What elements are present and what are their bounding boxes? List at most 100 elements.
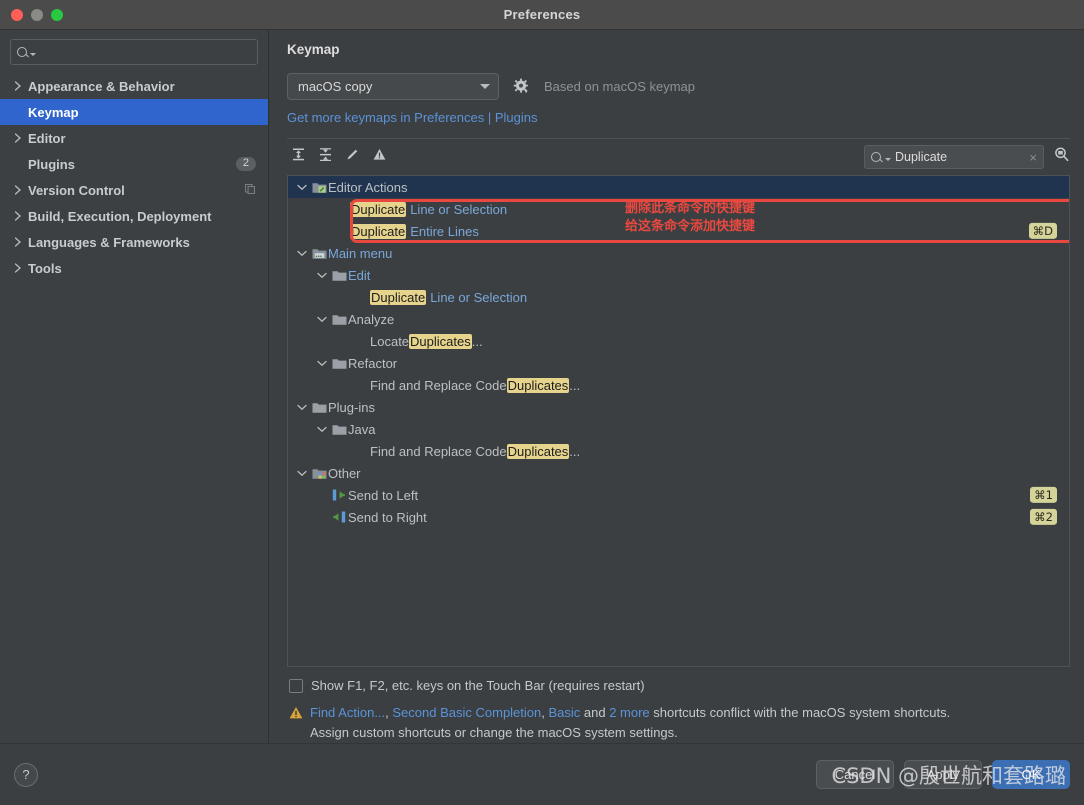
tree-row-other[interactable]: Other <box>288 462 1069 484</box>
tree-row-label: Locate Duplicates ... <box>370 333 483 349</box>
tree-row-locate-duplicates[interactable]: Locate Duplicates ... <box>288 330 1069 352</box>
window-body: Appearance & Behavior Keymap Editor Plug… <box>0 30 1084 743</box>
keymap-panel: Keymap macOS copy Based on macOS keymap … <box>269 30 1084 743</box>
page-title: Keymap <box>287 42 340 57</box>
keymap-search-input[interactable]: Duplicate <box>895 150 1025 164</box>
chevron-down-icon[interactable] <box>314 360 330 367</box>
tree-row-java[interactable]: Java <box>288 418 1069 440</box>
tree-row-match: Duplicate <box>370 289 427 305</box>
sidebar-item-keymap[interactable]: Keymap <box>0 99 268 125</box>
tree-row-main-menu[interactable]: Main menu <box>288 242 1069 264</box>
tree-row-label: Send to Left <box>348 487 419 503</box>
sidebar-item-label: Editor <box>28 130 66 146</box>
ok-button[interactable]: OK <box>992 760 1070 789</box>
cancel-button[interactable]: Cancel <box>816 760 894 789</box>
sidebar-item-plugins[interactable]: Plugins 2 <box>0 151 268 177</box>
tree-row-edit[interactable]: Edit <box>288 264 1069 286</box>
help-button[interactable]: ? <box>14 762 38 787</box>
apply-button[interactable]: Apply <box>904 760 982 789</box>
tree-row-send-to-left[interactable]: Send to Left ⌘1 <box>288 484 1069 506</box>
find-by-shortcut-icon[interactable] <box>1053 146 1070 168</box>
tree-row-duplicate-entire-lines[interactable]: Duplicate Entire Lines ⌘D <box>288 220 1069 242</box>
tree-row-label: Analyze <box>348 311 395 327</box>
collapse-all-icon[interactable] <box>318 147 333 167</box>
keymap-search-field[interactable]: Duplicate × <box>864 145 1044 169</box>
chevron-down-icon <box>30 53 36 56</box>
search-icon <box>871 152 881 162</box>
sidebar-item-label: Build, Execution, Deployment <box>28 208 212 224</box>
tree-row-find-and-replace-code-duplicates-menu[interactable]: Find and Replace Code Duplicates ... <box>288 374 1069 396</box>
tree-row-edit-duplicate-line-or-selection[interactable]: Duplicate Line or Selection <box>288 286 1069 308</box>
window-title: Preferences <box>503 7 581 22</box>
shortcut-badge: ⌘1 <box>1030 486 1057 504</box>
sidebar-item-tools[interactable]: Tools <box>0 255 268 281</box>
editor-actions-icon <box>310 181 328 194</box>
sidebar-item-editor[interactable]: Editor <box>0 125 268 151</box>
tree-row-label: Find and Replace Code Duplicates ... <box>370 377 580 393</box>
sidebar-item-appearance-behavior[interactable]: Appearance & Behavior <box>0 73 268 99</box>
tree-row-label: Duplicate Line or Selection <box>350 201 507 217</box>
keymap-select[interactable]: macOS copy <box>287 73 499 100</box>
sidebar-item-build-execution-deployment[interactable]: Build, Execution, Deployment <box>0 203 268 229</box>
tree-row-send-to-right[interactable]: Send to Right ⌘2 <box>288 506 1069 528</box>
chevron-down-icon[interactable] <box>294 470 310 477</box>
tree-row-pre: Find and Replace Code <box>370 377 507 393</box>
keymap-select-value: macOS copy <box>298 79 373 94</box>
edit-shortcut-icon[interactable] <box>345 147 360 167</box>
tree-row-analyze[interactable]: Analyze <box>288 308 1069 330</box>
chevron-down-icon[interactable] <box>294 404 310 411</box>
tree-row-editor-actions[interactable]: Editor Actions <box>288 176 1069 198</box>
chevron-down-icon[interactable] <box>294 184 310 191</box>
plugins-update-badge: 2 <box>235 157 256 171</box>
chevron-down-icon[interactable] <box>314 272 330 279</box>
warning-icon <box>289 706 303 743</box>
sidebar-search-field[interactable] <box>10 39 258 65</box>
sidebar-item-languages-frameworks[interactable]: Languages & Frameworks <box>0 229 268 255</box>
tree-row-label: Refactor <box>348 355 398 371</box>
chevron-down-icon[interactable] <box>294 250 310 257</box>
dialog-button-group: Cancel Apply OK <box>816 760 1070 789</box>
tree-row-find-and-replace-code-duplicates-java[interactable]: Find and Replace Code Duplicates ... <box>288 440 1069 462</box>
clear-search-icon[interactable]: × <box>1029 151 1037 164</box>
close-window-icon[interactable] <box>11 8 23 21</box>
chevron-down-icon[interactable] <box>314 426 330 433</box>
conflict-link-2-more[interactable]: 2 more <box>609 705 649 720</box>
conflict-line-1: Find Action..., Second Basic Completion,… <box>310 703 950 723</box>
sidebar-list: Appearance & Behavior Keymap Editor Plug… <box>0 71 268 281</box>
tree-row-rest: Line or Selection <box>430 289 528 305</box>
conflict-link-find-action[interactable]: Find Action... <box>310 705 385 720</box>
tree-row-plug-ins[interactable]: Plug-ins <box>288 396 1069 418</box>
expand-all-icon[interactable] <box>291 147 306 167</box>
conflict-warning-text: Find Action..., Second Basic Completion,… <box>310 703 950 743</box>
tree-row-rest: ... <box>471 333 483 349</box>
shortcut-badge: ⌘D <box>1028 222 1057 240</box>
get-more-keymaps-link[interactable]: Get more keymaps in Preferences | Plugin… <box>287 110 538 125</box>
copy-settings-icon[interactable] <box>244 183 256 198</box>
gear-icon[interactable] <box>513 78 530 95</box>
conflict-link-second-basic-completion[interactable]: Second Basic Completion <box>392 705 541 720</box>
keymap-options: Show F1, F2, etc. keys on the Touch Bar … <box>287 667 1070 743</box>
conflict-tail: shortcuts conflict with the macOS system… <box>649 705 951 720</box>
minimize-window-icon[interactable] <box>31 8 43 21</box>
keymap-tree-list: Editor Actions Duplicate Line or Selecti… <box>288 176 1069 528</box>
chevron-down-icon[interactable] <box>314 316 330 323</box>
touchbar-checkbox[interactable] <box>289 678 303 693</box>
folder-icon <box>330 423 348 436</box>
tree-row-refactor[interactable]: Refactor <box>288 352 1069 374</box>
tree-row-duplicate-line-or-selection[interactable]: Duplicate Line or Selection <box>288 198 1069 220</box>
touchbar-checkbox-row[interactable]: Show F1, F2, etc. keys on the Touch Bar … <box>289 678 1068 693</box>
other-icon <box>310 467 328 480</box>
get-more-keymaps-row: Get more keymaps in Preferences | Plugin… <box>287 109 1070 127</box>
tree-row-label: Send to Right <box>348 509 427 525</box>
sidebar-search-wrapper <box>0 30 268 71</box>
keymap-tree[interactable]: Editor Actions Duplicate Line or Selecti… <box>287 175 1070 667</box>
show-conflicts-icon[interactable] <box>372 147 387 167</box>
conflict-link-basic[interactable]: Basic <box>548 705 580 720</box>
traffic-light-group <box>0 8 63 21</box>
tree-row-label: Find and Replace Code Duplicates ... <box>370 443 580 459</box>
chevron-right-icon <box>14 237 28 247</box>
sidebar-item-version-control[interactable]: Version Control <box>0 177 268 203</box>
zoom-window-icon[interactable] <box>51 8 63 21</box>
tree-row-rest: Entire Lines <box>410 223 479 239</box>
chevron-right-icon <box>14 81 28 91</box>
